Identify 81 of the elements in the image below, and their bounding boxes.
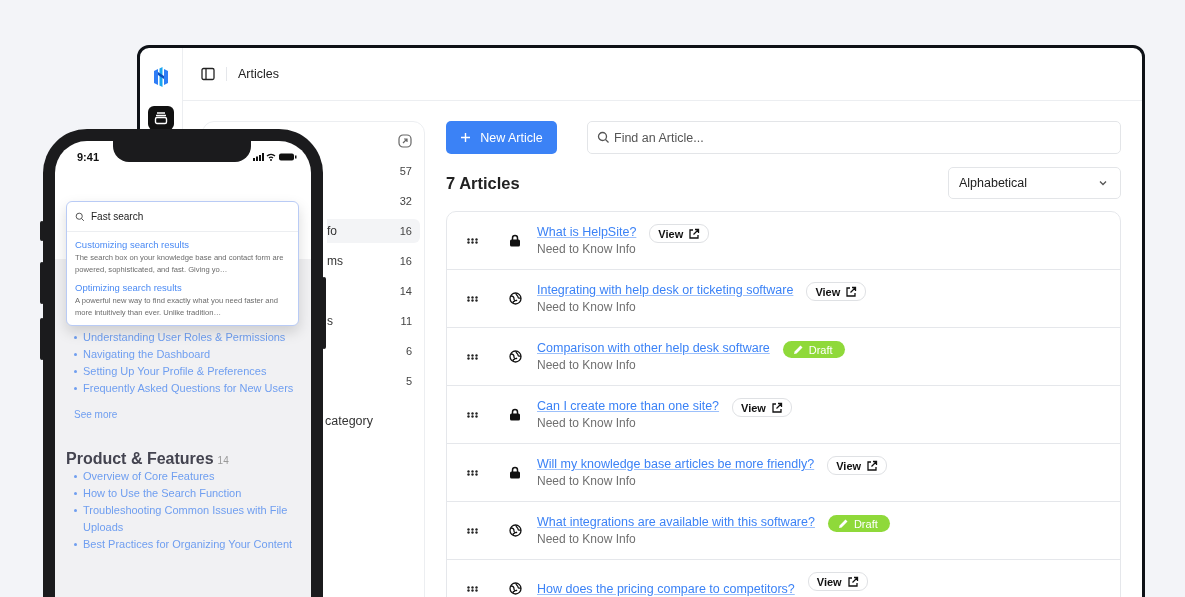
article-title-link[interactable]: Comparison with other help desk software: [537, 341, 770, 355]
view-button[interactable]: View: [807, 572, 868, 591]
plus-icon: [460, 132, 472, 143]
view-button[interactable]: View: [649, 224, 710, 243]
article-category: Need to Know Info: [537, 532, 637, 546]
drag-handle-icon[interactable]: [467, 469, 478, 476]
article-category: Need to Know Info: [537, 300, 637, 314]
bullet-icon: [74, 543, 77, 546]
search-field[interactable]: Find an Article...: [587, 121, 1121, 154]
article-link[interactable]: How to Use the Search Function: [83, 485, 242, 502]
category-item[interactable]: 32: [327, 186, 420, 216]
section-heading: Product & Features: [66, 450, 214, 468]
result-title-link[interactable]: Optimizing search results: [75, 282, 292, 293]
bullet-icon: [74, 370, 77, 373]
article-link[interactable]: Navigating the Dashboard: [83, 346, 211, 363]
category-item[interactable]: 6: [327, 336, 420, 366]
result-title-link[interactable]: Customizing search results: [75, 239, 292, 250]
article-category: Need to Know Info: [537, 242, 637, 256]
category-item[interactable]: ms 16: [327, 246, 420, 276]
category-item[interactable]: 57: [327, 156, 420, 186]
article-title-link[interactable]: Can I create more than one site?: [537, 399, 720, 413]
bullet-icon: [74, 509, 77, 512]
draft-badge: Draft: [827, 515, 890, 532]
bullet-icon: [74, 475, 77, 478]
stack-icon: [154, 111, 168, 125]
article-count-heading: 7 Articles: [446, 173, 520, 193]
sidebar-toggle-icon[interactable]: [201, 67, 215, 81]
chevron-down-icon: [1098, 178, 1108, 188]
see-more-link[interactable]: See more: [74, 409, 301, 420]
drag-handle-icon[interactable]: [467, 585, 478, 592]
logo-icon: [151, 66, 171, 88]
article-category: Need to Know Info: [537, 416, 637, 430]
external-link-icon: [846, 575, 859, 588]
external-link-icon: [688, 227, 701, 240]
category-item[interactable]: s 11: [327, 306, 420, 336]
article-title-link[interactable]: Will my knowledge base articles be more friendly?: [537, 457, 815, 471]
view-button[interactable]: View: [732, 398, 792, 417]
article-link[interactable]: Frequently Asked Questions for New Users: [83, 380, 294, 397]
bullet-icon: [74, 353, 77, 356]
add-category-link[interactable]: category: [325, 414, 420, 428]
drag-handle-icon[interactable]: [467, 237, 478, 244]
article-category: Need to Know Info: [537, 474, 637, 488]
status-icons: [253, 152, 297, 162]
article-link[interactable]: Best Practices for Organizing Your Content: [83, 536, 293, 553]
pencil-icon: [837, 518, 849, 529]
search-icon: [597, 131, 610, 144]
article-link[interactable]: Overview of Core Features: [83, 468, 215, 485]
page-title: Articles: [238, 67, 279, 81]
external-link-icon[interactable]: [398, 134, 412, 148]
view-button[interactable]: View: [806, 282, 867, 301]
article-link[interactable]: Troubleshooting Common Issues with File Uploads: [83, 502, 301, 536]
drag-handle-icon[interactable]: [467, 295, 478, 302]
bullet-icon: [74, 492, 77, 495]
category-item[interactable]: fo 16: [327, 219, 420, 243]
articles-nav-button[interactable]: [148, 106, 174, 130]
category-item[interactable]: 14: [327, 276, 420, 306]
bullet-icon: [74, 336, 77, 339]
article-link[interactable]: Setting Up Your Profile & Preferences: [83, 363, 267, 380]
status-time: 9:41: [77, 151, 100, 163]
drag-handle-icon[interactable]: [467, 353, 478, 360]
new-article-button[interactable]: New Article: [446, 121, 557, 154]
draft-badge: Draft: [782, 341, 845, 358]
sort-dropdown[interactable]: Alphabetical: [948, 167, 1121, 199]
section-count: 14: [217, 455, 229, 466]
article-title-link[interactable]: Integrating with help desk or ticketing software: [537, 283, 794, 297]
bullet-icon: [74, 387, 77, 390]
category-item[interactable]: 5: [327, 366, 420, 396]
drag-handle-icon[interactable]: [467, 411, 478, 418]
external-link-icon: [770, 401, 783, 414]
external-link-icon: [845, 285, 858, 298]
article-category: Need to Know Info: [537, 358, 637, 372]
search-icon: [75, 211, 85, 222]
article-title-link[interactable]: How does the pricing compare to competitors?: [537, 581, 795, 596]
phone-search-field[interactable]: Fast search: [67, 202, 298, 232]
view-button[interactable]: View: [827, 456, 888, 475]
drag-handle-icon[interactable]: [467, 527, 478, 534]
external-link-icon: [866, 459, 879, 472]
article-title-link[interactable]: What integrations are available with this software?: [537, 515, 815, 529]
article-title-link[interactable]: What is HelpSite?: [537, 225, 637, 239]
pencil-icon: [792, 344, 804, 355]
article-link[interactable]: Understanding User Roles & Permissions: [83, 329, 286, 346]
